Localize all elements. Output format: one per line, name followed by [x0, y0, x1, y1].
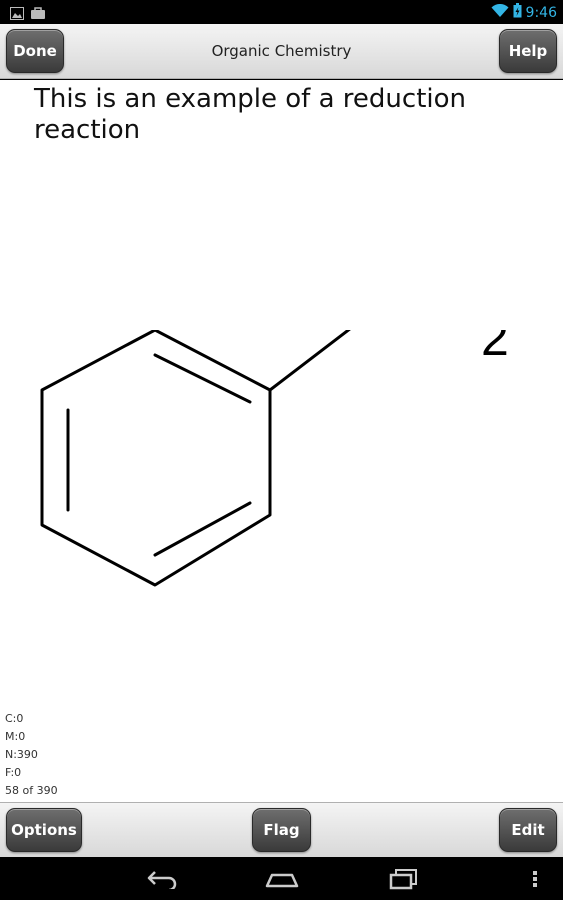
recent-apps-icon[interactable] — [383, 866, 423, 892]
wifi-icon — [491, 3, 509, 22]
amine-subscript: 2 — [481, 330, 509, 366]
bottom-bar: Options Flag Edit — [0, 802, 563, 857]
stat-m: M:0 — [5, 730, 26, 743]
card-progress: 58 of 390 — [5, 784, 58, 797]
question-text: This is an example of a reduction reacti… — [34, 84, 466, 145]
status-bar: 9:46 — [0, 0, 563, 24]
top-bar: Done Organic Chemistry Help — [0, 24, 563, 79]
aniline-structure-diagram: NH 2 — [40, 330, 509, 587]
stat-n: N:390 — [5, 748, 38, 761]
battery-icon — [513, 3, 522, 22]
ring-double-bond-bottom — [153, 501, 252, 557]
benzene-ring — [40, 330, 351, 587]
card-stats: C:0 M:0 N:390 F:0 58 of 390 — [5, 710, 58, 800]
home-icon[interactable] — [262, 866, 302, 892]
bag-icon — [30, 5, 46, 24]
image-icon — [10, 5, 24, 24]
c-n-bond — [268, 330, 351, 392]
ring-outline — [40, 330, 272, 587]
stat-c: C:0 — [5, 712, 24, 725]
menu-icon[interactable] — [520, 866, 550, 892]
status-right: 9:46 — [491, 3, 557, 22]
status-time: 9:46 — [525, 4, 557, 21]
edit-button[interactable]: Edit — [499, 808, 557, 852]
page-title: Organic Chemistry — [211, 42, 352, 60]
help-button[interactable]: Help — [499, 29, 557, 73]
flag-button[interactable]: Flag — [252, 808, 311, 852]
amine-group-label: NH — [370, 330, 477, 339]
flashcard-content[interactable]: This is an example of a reduction reacti… — [0, 80, 563, 802]
status-left — [10, 5, 46, 24]
back-icon[interactable] — [142, 866, 182, 892]
system-nav-bar — [0, 857, 563, 900]
ring-double-bond-top — [153, 353, 252, 404]
stat-f: F:0 — [5, 766, 22, 779]
options-button[interactable]: Options — [6, 808, 82, 852]
